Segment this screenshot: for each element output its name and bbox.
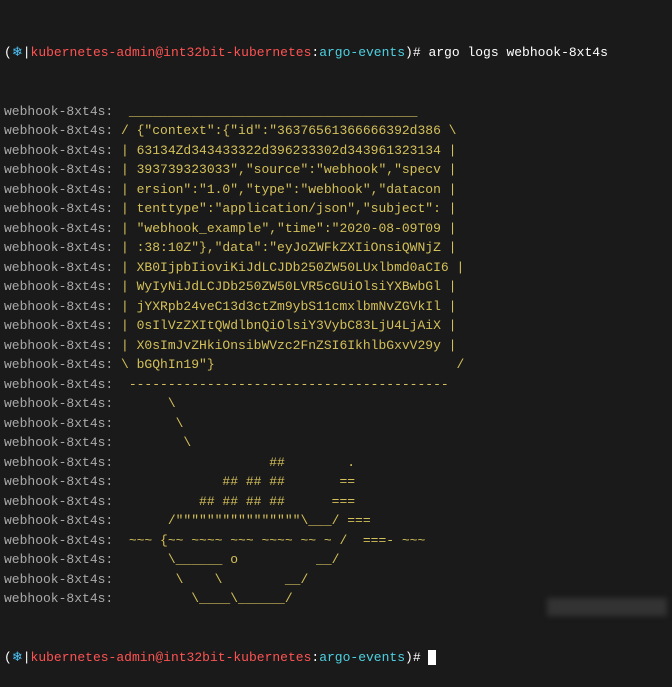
log-content: ## . <box>113 453 425 473</box>
prompt-colon: : <box>311 43 319 63</box>
log-prefix: webhook-8xt4s: <box>4 102 113 122</box>
log-prefix: webhook-8xt4s: <box>4 433 113 453</box>
log-prefix: webhook-8xt4s: <box>4 160 113 180</box>
log-content: \____\______/ <box>113 589 425 609</box>
log-prefix: webhook-8xt4s: <box>4 472 113 492</box>
snowflake-icon: ❄ <box>12 43 23 63</box>
log-content: | ersion":"1.0","type":"webhook","dataco… <box>113 180 464 200</box>
log-output: webhook-8xt4s: _________________________… <box>4 102 668 609</box>
cursor-icon <box>428 650 436 665</box>
log-line: webhook-8xt4s: \ \ __/ <box>4 570 668 590</box>
prompt-namespace: argo-events <box>319 43 405 63</box>
log-content: ~~~ {~~ ~~~~ ~~~ ~~~~ ~~ ~ / ===- ~~~ <box>113 531 425 551</box>
log-line: webhook-8xt4s: -------------------------… <box>4 375 668 395</box>
open-paren: ( <box>4 648 12 668</box>
log-prefix: webhook-8xt4s: <box>4 258 113 278</box>
log-content: ## ## ## ## === <box>113 492 425 512</box>
log-prefix: webhook-8xt4s: <box>4 219 113 239</box>
log-content: \ <box>113 394 175 414</box>
log-line: webhook-8xt4s: | WyIyNiJdLCJDb250ZW50LVR… <box>4 277 668 297</box>
log-line: webhook-8xt4s: | 0sIlVzZXItQWdlbnQiOlsiY… <box>4 316 668 336</box>
log-line: webhook-8xt4s: \ <box>4 433 668 453</box>
log-line: webhook-8xt4s: / {"context":{"id":"36376… <box>4 121 668 141</box>
prompt-user-host: kubernetes-admin@int32bit-kubernetes <box>31 648 312 668</box>
log-content: \ <box>113 433 191 453</box>
log-content: | jYXRpb24veC13d3ctZm9ybS11cmxlbmNvZGVkI… <box>113 297 464 317</box>
log-prefix: webhook-8xt4s: <box>4 277 113 297</box>
log-prefix: webhook-8xt4s: <box>4 492 113 512</box>
log-prefix: webhook-8xt4s: <box>4 355 113 375</box>
log-content: | WyIyNiJdLCJDb250ZW50LVR5cGUiOlsiYXBwbG… <box>113 277 464 297</box>
log-content: \ <box>113 414 183 434</box>
log-prefix: webhook-8xt4s: <box>4 316 113 336</box>
log-prefix: webhook-8xt4s: <box>4 511 113 531</box>
log-content: / {"context":{"id":"36376561366666392d38… <box>113 121 464 141</box>
log-prefix: webhook-8xt4s: <box>4 238 113 258</box>
blurred-region <box>547 598 667 616</box>
log-prefix: webhook-8xt4s: <box>4 394 113 414</box>
log-line: webhook-8xt4s: \ <box>4 414 668 434</box>
log-line: webhook-8xt4s: | jYXRpb24veC13d3ctZm9ybS… <box>4 297 668 317</box>
log-content: /""""""""""""""""\___/ === <box>113 511 425 531</box>
log-line: webhook-8xt4s: /""""""""""""""""\___/ ==… <box>4 511 668 531</box>
prompt-namespace: argo-events <box>319 648 405 668</box>
log-prefix: webhook-8xt4s: <box>4 121 113 141</box>
log-line: webhook-8xt4s: \ <box>4 394 668 414</box>
log-line: webhook-8xt4s: | X0sImJvZHkiOnsibWVzc2Fn… <box>4 336 668 356</box>
log-content: | 63134Zd343433322d396233302d34396132313… <box>113 141 464 161</box>
log-prefix: webhook-8xt4s: <box>4 336 113 356</box>
log-prefix: webhook-8xt4s: <box>4 414 113 434</box>
prompt-separator: | <box>23 43 31 63</box>
prompt-close: )# <box>405 43 421 63</box>
log-line: webhook-8xt4s: | tenttype":"application/… <box>4 199 668 219</box>
snowflake-icon: ❄ <box>12 648 23 668</box>
log-prefix: webhook-8xt4s: <box>4 199 113 219</box>
log-line: webhook-8xt4s: | "webhook_example","time… <box>4 219 668 239</box>
prompt-user-host: kubernetes-admin@int32bit-kubernetes <box>31 43 312 63</box>
prompt-close: )# <box>405 648 421 668</box>
log-content: | :38:10Z"},"data":"eyJoZWFkZXIiOnsiQWNj… <box>113 238 464 258</box>
log-prefix: webhook-8xt4s: <box>4 531 113 551</box>
log-prefix: webhook-8xt4s: <box>4 453 113 473</box>
log-content: | tenttype":"application/json","subject"… <box>113 199 464 219</box>
log-line: webhook-8xt4s: ## ## ## ## === <box>4 492 668 512</box>
log-content: | 0sIlVzZXItQWdlbnQiOlsiY3VybC83LjU4LjAi… <box>113 316 464 336</box>
log-prefix: webhook-8xt4s: <box>4 589 113 609</box>
log-line: webhook-8xt4s: ## ## ## == <box>4 472 668 492</box>
log-line: webhook-8xt4s: | XB0IjpbIioviKiJdLCJDb25… <box>4 258 668 278</box>
prompt-separator: | <box>23 648 31 668</box>
prompt-line-1: ( ❄ | kubernetes-admin@int32bit-kubernet… <box>4 43 668 63</box>
log-line: webhook-8xt4s: | :38:10Z"},"data":"eyJoZ… <box>4 238 668 258</box>
open-paren: ( <box>4 43 12 63</box>
log-line: webhook-8xt4s: \ bGQhIn19"} / <box>4 355 668 375</box>
log-line: webhook-8xt4s: ## . <box>4 453 668 473</box>
command-input[interactable] <box>421 648 429 668</box>
log-prefix: webhook-8xt4s: <box>4 550 113 570</box>
log-line: webhook-8xt4s: | 393739323033","source":… <box>4 160 668 180</box>
log-prefix: webhook-8xt4s: <box>4 570 113 590</box>
log-prefix: webhook-8xt4s: <box>4 375 113 395</box>
log-line: webhook-8xt4s: \______ o __/ <box>4 550 668 570</box>
log-content: | XB0IjpbIioviKiJdLCJDb250ZW50LUxlbmd0aC… <box>113 258 472 278</box>
log-content: ## ## ## == <box>113 472 425 492</box>
log-line: webhook-8xt4s: _________________________… <box>4 102 668 122</box>
terminal-output: ( ❄ | kubernetes-admin@int32bit-kubernet… <box>4 4 668 687</box>
log-content: \______ o __/ <box>113 550 425 570</box>
log-content: _____________________________________ <box>113 102 441 122</box>
log-content: \ bGQhIn19"} / <box>113 355 472 375</box>
prompt-colon: : <box>311 648 319 668</box>
log-content: | 393739323033","source":"webhook","spec… <box>113 160 464 180</box>
prompt-line-2[interactable]: ( ❄ | kubernetes-admin@int32bit-kubernet… <box>4 648 668 668</box>
log-prefix: webhook-8xt4s: <box>4 297 113 317</box>
log-prefix: webhook-8xt4s: <box>4 141 113 161</box>
log-line: webhook-8xt4s: ~~~ {~~ ~~~~ ~~~ ~~~~ ~~ … <box>4 531 668 551</box>
log-prefix: webhook-8xt4s: <box>4 180 113 200</box>
log-content: | X0sImJvZHkiOnsibWVzc2FnZSI6IkhlbGxvV29… <box>113 336 464 356</box>
log-line: webhook-8xt4s: | 63134Zd343433322d396233… <box>4 141 668 161</box>
command-text: argo logs webhook-8xt4s <box>421 43 608 63</box>
log-line: webhook-8xt4s: | ersion":"1.0","type":"w… <box>4 180 668 200</box>
log-content: | "webhook_example","time":"2020-08-09T0… <box>113 219 464 239</box>
log-content: \ \ __/ <box>113 570 425 590</box>
log-content: ----------------------------------------… <box>113 375 464 395</box>
